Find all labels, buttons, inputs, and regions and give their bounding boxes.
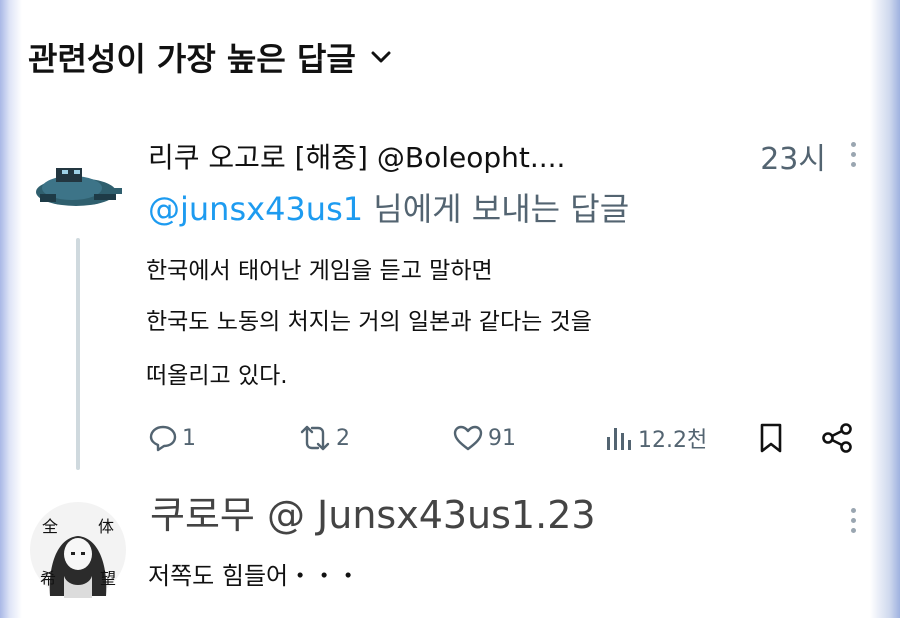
bookmark-button[interactable]: [756, 420, 786, 456]
reply-to-suffix: 님에게 보내는 답글: [363, 190, 630, 228]
views-button[interactable]: 12.2천: [604, 420, 707, 456]
reply-to-line: @junsx43us1 님에게 보내는 답글: [148, 184, 629, 230]
like-count: 91: [488, 425, 516, 451]
tweet-text-line: 한국에서 태어난 게임을 듣고 말하면: [146, 258, 493, 284]
avatar-glyph: 希: [40, 569, 56, 588]
views-count: 12.2천: [638, 428, 708, 453]
more-options-icon[interactable]: [846, 142, 860, 172]
tweet-header: 리쿠 오고로 [해중] @Boleopht.... 23시: [148, 136, 828, 177]
reply-author-header[interactable]: 쿠로무 @ Junsx43us1.23: [150, 484, 596, 539]
mention-link[interactable]: @junsx43us1: [148, 190, 363, 228]
avatar-glyph: 全: [42, 517, 58, 536]
timestamp[interactable]: 23시: [760, 134, 826, 178]
reply-button[interactable]: 1: [148, 420, 196, 456]
author-name[interactable]: 리쿠 오고로 [해중] @Boleopht....: [148, 136, 565, 176]
like-button[interactable]: 91: [452, 420, 516, 456]
tweet-text-line: 떠올리고 있다.: [146, 363, 288, 389]
bookmark-icon: [760, 423, 782, 453]
retweet-count: 2: [336, 425, 350, 451]
avatar-glyph: 体: [98, 517, 114, 536]
manga-girl-avatar-icon: 全 体 希 望: [30, 502, 126, 598]
chevron-down-icon: [371, 51, 391, 63]
left-edge-gradient: [0, 0, 22, 618]
heart-icon: [453, 425, 483, 451]
reply-sort-dropdown[interactable]: 관련성이 가장 높은 답글: [28, 34, 392, 80]
avatar-glyph: 望: [100, 569, 116, 588]
right-edge-gradient: [870, 0, 900, 618]
reply-icon: [149, 425, 177, 452]
retweet-icon: [300, 425, 330, 451]
pixel-character-avatar-icon: [36, 168, 122, 206]
share-button[interactable]: [820, 420, 854, 456]
share-icon: [822, 423, 852, 453]
thread-connector-line: [76, 238, 80, 470]
avatar[interactable]: [32, 158, 124, 214]
avatar[interactable]: 全 体 希 望: [28, 498, 128, 602]
retweet-button[interactable]: 2: [298, 420, 350, 456]
reply-text: 저쪽도 힘들어・・・: [148, 562, 361, 590]
views-bar-chart-icon: [607, 428, 631, 450]
more-options-icon[interactable]: [846, 508, 860, 538]
tweet-text-line: 한국도 노동의 처지는 거의 일본과 같다는 것을: [146, 309, 592, 335]
reply-count: 1: [182, 425, 196, 451]
reply-sort-label: 관련성이 가장 높은 답글: [28, 40, 356, 78]
